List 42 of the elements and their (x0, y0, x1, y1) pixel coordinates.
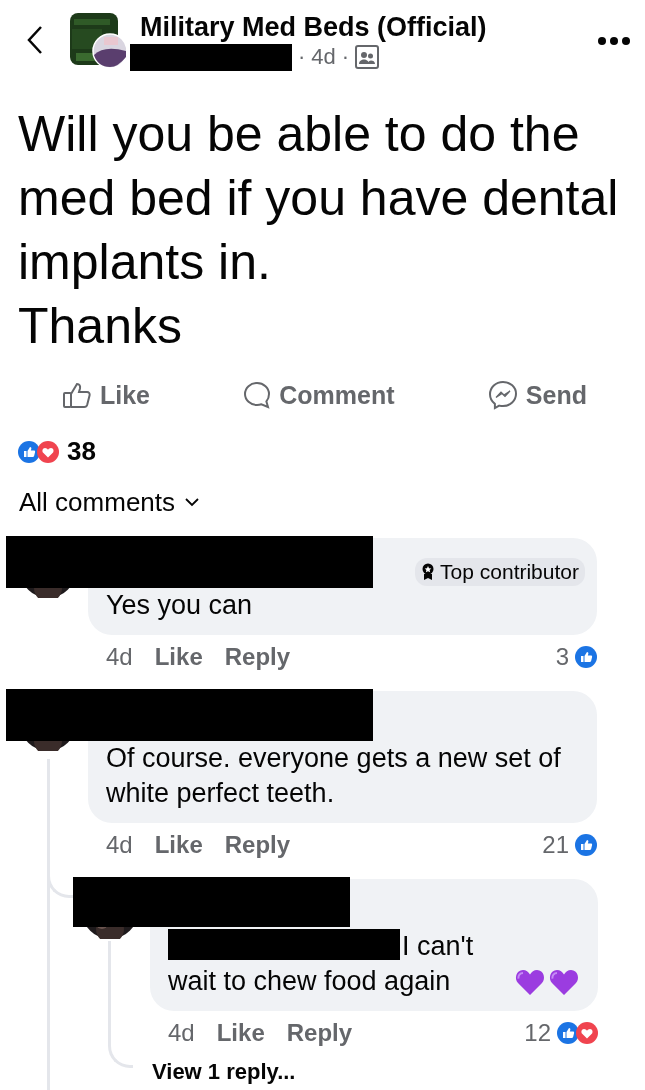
like-reaction-icon (575, 834, 597, 856)
comment-time: 4d (106, 831, 133, 859)
reaction-count[interactable]: 38 (67, 436, 96, 467)
send-button[interactable]: Send (487, 380, 587, 410)
heart-emoji-icon (514, 967, 546, 997)
comment-text: I can't wait to chew food again (168, 931, 474, 996)
like-reaction-icon (18, 440, 40, 463)
chevron-down-icon (185, 498, 200, 507)
top-contributor-badge: Top contributor (415, 558, 585, 586)
like-link[interactable]: Like (154, 643, 203, 671)
like-link[interactable]: Like (154, 831, 203, 859)
heart-reaction-icon (37, 440, 59, 463)
reaction-count[interactable]: 3 (555, 643, 569, 671)
comment-text: Yes you can (106, 590, 253, 620)
separator: · (298, 44, 306, 70)
reaction-count[interactable]: 12 (524, 1019, 551, 1047)
separator: · (341, 44, 350, 70)
post-text: Will you be able to do the med bed if you have dental implants in. Thanks (18, 105, 620, 356)
heart-reaction-icon (576, 1022, 598, 1044)
like-reaction-icon (557, 1022, 579, 1044)
like-link[interactable]: Like (216, 1019, 265, 1047)
reaction-count[interactable]: 21 (542, 831, 569, 859)
like-button[interactable]: Like (62, 380, 151, 410)
group-icon (355, 45, 380, 69)
comment-button[interactable]: Comment (243, 380, 395, 410)
more-options-icon[interactable] (597, 34, 631, 48)
comment-time: 4d (168, 1019, 195, 1047)
comment-time: 4d (106, 643, 133, 671)
like-reaction-icon (575, 646, 597, 668)
award-icon (421, 563, 436, 581)
reply-link[interactable]: Reply (224, 643, 291, 671)
comment-text: Of course. everyone gets a new set of white perfect teeth. (106, 743, 561, 808)
post-time: 4d (311, 44, 336, 70)
group-name[interactable]: Military Med Beds (Official) (140, 11, 597, 42)
view-replies-link[interactable]: View 1 reply... (152, 1059, 296, 1085)
comments-filter-dropdown[interactable]: All comments (19, 487, 200, 518)
thumbs-up-icon (62, 381, 92, 409)
reply-link[interactable]: Reply (224, 831, 291, 859)
heart-emoji-icon (548, 967, 580, 997)
reply-link[interactable]: Reply (286, 1019, 353, 1047)
messenger-icon (487, 380, 518, 410)
speech-bubble-icon (243, 381, 272, 409)
